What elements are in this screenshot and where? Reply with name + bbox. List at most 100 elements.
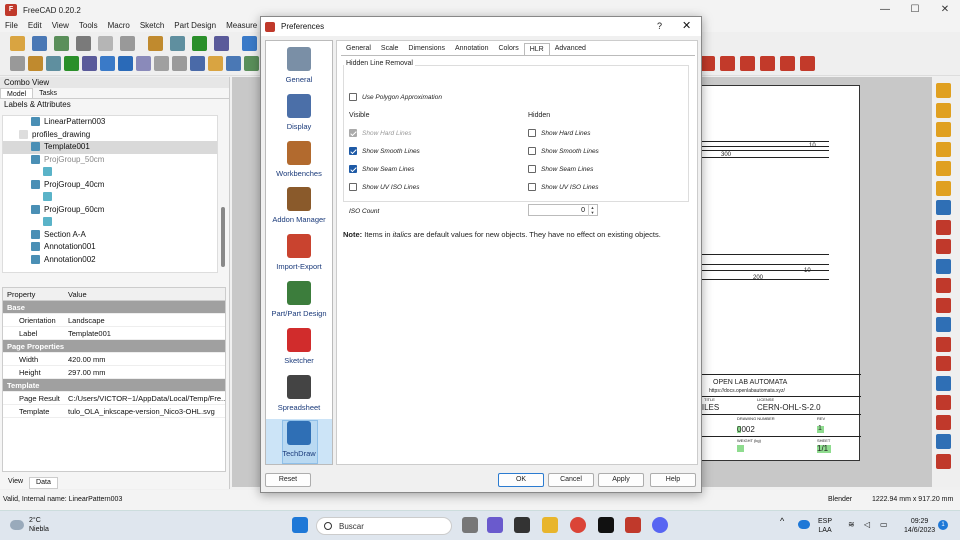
menu-item[interactable]: Sketch <box>135 20 169 32</box>
toolbar-tool-icon[interactable] <box>242 36 257 51</box>
toolbar-view-icon[interactable] <box>118 56 133 71</box>
toolbar-view-icon[interactable] <box>136 56 151 71</box>
workbench-tool-icon[interactable] <box>936 375 951 391</box>
toolbar-tool-icon[interactable] <box>76 36 91 51</box>
teams-icon[interactable] <box>487 517 503 533</box>
property-row[interactable]: Template tulo_OLA_inkscape-version_Nico3-… <box>3 405 225 418</box>
checkbox-box[interactable] <box>528 165 536 173</box>
workbench-tool-icon[interactable] <box>936 141 951 157</box>
property-group[interactable]: Base <box>3 301 225 314</box>
help-icon[interactable]: ? <box>657 21 662 31</box>
toolbar-view-icon[interactable] <box>28 56 43 71</box>
property-row[interactable]: Height 297.00 mm <box>3 366 225 379</box>
hidden-show-smooth-lines-checkbox[interactable]: Show Smooth Lines <box>528 147 599 155</box>
preference-page-general[interactable]: General <box>266 45 332 90</box>
workbench-tool-icon[interactable] <box>936 434 951 449</box>
task-view-icon[interactable] <box>462 517 478 533</box>
navigation-style[interactable]: Blender <box>828 496 852 503</box>
tree-item[interactable]: Template001 <box>3 141 217 154</box>
property-value[interactable]: tulo_OLA_inkscape-version_Nico3-OHL.svg <box>65 405 225 417</box>
tab-general[interactable]: General <box>341 43 376 55</box>
workbench-tool-icon[interactable] <box>936 356 951 371</box>
minimize-icon[interactable]: — <box>870 0 900 20</box>
cancel-button[interactable]: Cancel <box>548 473 594 487</box>
toolbar-tool-icon[interactable] <box>54 36 69 51</box>
taskbar-search[interactable]: Buscar <box>316 517 452 535</box>
tab-data[interactable]: Data <box>29 477 58 489</box>
preference-page-addon-manager[interactable]: Addon Manager <box>266 185 332 230</box>
spin-arrows-icon[interactable]: ▲ ▼ <box>588 205 596 216</box>
tab-hlr[interactable]: HLR <box>523 43 550 55</box>
menu-item[interactable]: File <box>0 20 23 32</box>
help-button[interactable]: Help <box>650 473 696 487</box>
techdraw-tool-icon[interactable] <box>700 56 715 71</box>
close-window-icon[interactable]: ✕ <box>930 0 960 20</box>
tab-view[interactable]: View <box>2 477 29 489</box>
preference-page-sketcher[interactable]: Sketcher <box>266 326 332 371</box>
ok-button[interactable]: OK <box>498 473 544 487</box>
toolbar-view-icon[interactable] <box>82 56 97 71</box>
volume-icon[interactable]: ◁ <box>864 520 870 529</box>
property-value[interactable]: 420.00 mm <box>65 353 225 365</box>
clock[interactable]: 09:29 14/6/2023 <box>904 517 935 535</box>
workbench-tool-icon[interactable] <box>936 161 951 176</box>
techdraw-tool-icon[interactable] <box>740 56 755 71</box>
toolbar-view-icon[interactable] <box>172 56 187 71</box>
tree-item[interactable]: Annotation002 <box>3 254 217 267</box>
visible-show-uv-iso-lines-checkbox[interactable]: Show UV ISO Lines <box>349 183 419 191</box>
chrome-icon[interactable] <box>570 517 586 533</box>
workbench-tool-icon[interactable] <box>936 297 951 313</box>
hidden-show-hard-lines-checkbox[interactable]: Show Hard Lines <box>528 129 591 137</box>
workbench-tool-icon[interactable] <box>936 453 951 469</box>
checkbox-box[interactable] <box>349 165 357 173</box>
hidden-show-uv-iso-lines-checkbox[interactable]: Show UV ISO Lines <box>528 183 598 191</box>
property-row[interactable]: Label Template001 <box>3 327 225 340</box>
tree-item[interactable] <box>3 191 217 204</box>
preference-page-workbenches[interactable]: Workbenches <box>266 139 332 184</box>
techdraw-tool-icon[interactable] <box>800 56 815 71</box>
toolbar-tool-icon[interactable] <box>170 36 185 51</box>
property-value[interactable]: 297.00 mm <box>65 366 225 378</box>
menu-item[interactable]: Part Design <box>169 20 221 32</box>
tray-overflow-icon[interactable]: ^ <box>780 517 784 526</box>
toolbar-tool-icon[interactable] <box>120 36 135 51</box>
property-row[interactable]: Width 420.00 mm <box>3 353 225 366</box>
toolbar-view-icon[interactable] <box>244 56 259 71</box>
freecad-taskbar-icon[interactable] <box>625 517 641 533</box>
preference-page-part-part-design[interactable]: Part/Part Design <box>266 279 332 324</box>
workbench-tool-icon[interactable] <box>936 317 951 332</box>
hidden-show-seam-lines-checkbox[interactable]: Show Seam Lines <box>528 165 593 173</box>
toolbar-view-icon[interactable] <box>208 56 223 71</box>
tree-item[interactable]: ProjGroup_50cm <box>3 154 217 167</box>
preference-page-import-export[interactable]: Import-Export <box>266 232 332 277</box>
property-value[interactable]: Landscape <box>65 314 225 326</box>
workbench-tool-icon[interactable] <box>936 395 951 410</box>
menu-item[interactable]: Macro <box>103 20 135 32</box>
windows-start-icon[interactable] <box>292 517 308 533</box>
tree-item[interactable] <box>3 166 217 179</box>
language-indicator[interactable]: ESP LAA <box>818 517 832 535</box>
techdraw-tool-icon[interactable] <box>780 56 795 71</box>
toolbar-view-icon[interactable] <box>100 56 115 71</box>
workbench-tool-icon[interactable] <box>936 200 951 215</box>
notification-badge[interactable]: 1 <box>938 520 948 530</box>
tree-item[interactable]: ProjGroup_40cm <box>3 179 217 192</box>
menu-item[interactable]: Edit <box>23 20 47 32</box>
battery-icon[interactable]: ▭ <box>880 520 888 529</box>
property-value[interactable]: Template001 <box>65 327 225 339</box>
tab-tasks[interactable]: Tasks <box>33 88 63 98</box>
workbench-tool-icon[interactable] <box>936 239 951 254</box>
toolbar-view-icon[interactable] <box>190 56 205 71</box>
checkbox-box[interactable] <box>528 147 536 155</box>
discord-icon[interactable] <box>652 517 668 533</box>
wifi-icon[interactable]: ≋ <box>848 520 855 529</box>
toolbar-tool-icon[interactable] <box>214 36 229 51</box>
checkbox-box[interactable] <box>349 183 357 191</box>
onedrive-icon[interactable] <box>798 520 810 529</box>
property-row[interactable]: Orientation Landscape <box>3 314 225 327</box>
tree-item[interactable]: Section A-A <box>3 229 217 242</box>
preference-page-spreadsheet[interactable]: Spreadsheet <box>266 373 332 418</box>
tab-colors[interactable]: Colors <box>493 43 523 55</box>
toolbar-view-icon[interactable] <box>64 56 79 71</box>
maximize-icon[interactable]: ☐ <box>900 0 930 20</box>
